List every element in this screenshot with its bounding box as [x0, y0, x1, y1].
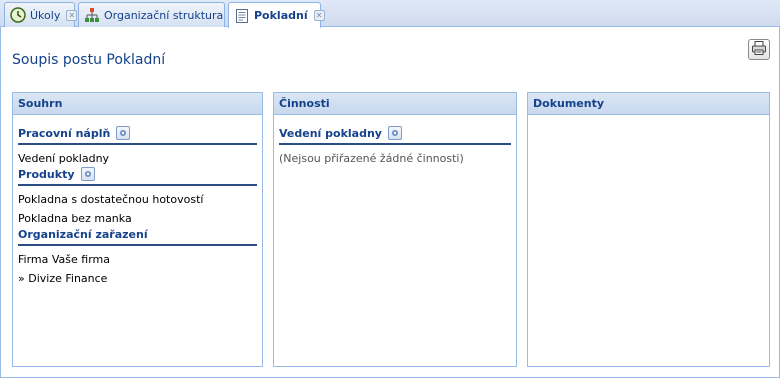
document-icon [234, 8, 250, 24]
tab-label: Organizační struktura [104, 8, 224, 22]
gear-icon[interactable] [80, 167, 95, 181]
page-title: Soupis postu Pokladní [12, 52, 166, 68]
clock-icon [10, 7, 26, 23]
section-title-produkty: Produkty [18, 167, 257, 186]
section-title-label: Pracovní náplň [18, 126, 111, 140]
section-title-label: Vedení pokladny [279, 126, 382, 140]
tab-label: Úkoly [30, 8, 61, 22]
printer-icon [751, 40, 767, 59]
gear-icon[interactable] [116, 126, 131, 140]
list-item: Pokladna s dostatečnou hotovostí [18, 193, 204, 206]
section-title-label: Organizační zařazení [18, 228, 148, 241]
tab-organizacni-struktura[interactable]: Organizační struktura ✕ [78, 2, 241, 27]
panel-header: Souhrn [13, 93, 262, 115]
activities-panel: Činnosti Vedení pokladny (Nejsou přiřaze… [273, 92, 517, 367]
documents-panel: Dokumenty [527, 92, 770, 367]
close-icon[interactable]: ✕ [66, 9, 78, 21]
list-item: Firma Vaše firma [18, 253, 110, 266]
section-title-organizacni-zarazeni: Organizační zařazení [18, 228, 257, 246]
panel-header: Činnosti [274, 93, 516, 115]
gear-icon[interactable] [387, 126, 402, 140]
list-item: Vedení pokladny [18, 152, 110, 165]
section-title-label: Produkty [18, 167, 75, 181]
tab-pokladni[interactable]: Pokladní ✕ [228, 2, 325, 28]
list-item: » Divize Finance [18, 272, 108, 285]
tab-ukoly[interactable]: Úkoly ✕ [4, 2, 78, 27]
summary-panel: Souhrn Pracovní náplň Vedení pokladny Pr… [12, 92, 263, 367]
panel-header: Dokumenty [528, 93, 769, 115]
section-title-vedeni-pokladny: Vedení pokladny [279, 126, 511, 145]
org-chart-icon [84, 7, 100, 23]
section-title-pracovni-napln: Pracovní náplň [18, 126, 257, 145]
print-button[interactable] [748, 39, 770, 60]
tab-label: Pokladní [254, 9, 308, 22]
tab-strip: Úkoly ✕ Organizační struktura ✕ Pokladní… [0, 0, 780, 28]
empty-message: (Nejsou přiřazené žádné činnosti) [279, 152, 464, 165]
content-area: Soupis postu Pokladní Souhrn Pracovní ná… [0, 27, 780, 378]
list-item: Pokladna bez manka [18, 212, 132, 225]
close-icon[interactable]: ✕ [313, 10, 325, 21]
